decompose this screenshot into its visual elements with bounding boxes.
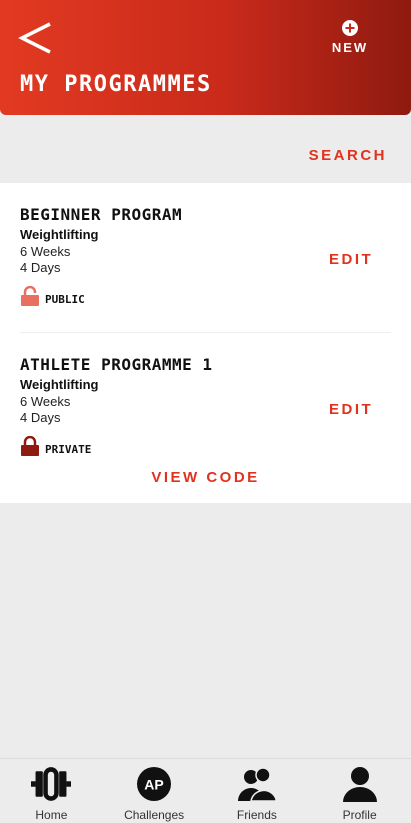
programme-days: 4 Days <box>20 410 61 425</box>
programme-type: Weightlifting <box>20 227 99 242</box>
barbell-icon <box>31 765 72 803</box>
edit-button[interactable]: EDIT <box>329 251 373 268</box>
new-programme-button[interactable]: NEW <box>326 20 374 60</box>
nav-item-profile[interactable]: Profile <box>308 759 411 823</box>
nav-label: Friends <box>236 808 277 822</box>
new-button-label: NEW <box>331 40 369 55</box>
access-indicator: PRIVATE <box>20 436 91 456</box>
back-button[interactable] <box>18 20 54 56</box>
ap-badge-text: AP <box>144 777 163 793</box>
programme-days: 4 Days <box>20 260 61 275</box>
profile-icon <box>340 765 380 803</box>
page-title: MY PROGRAMMES <box>20 72 212 97</box>
plus-circle-icon <box>342 20 358 36</box>
unlock-icon <box>21 286 39 306</box>
programme-card[interactable]: ATHLETE PROGRAMME 1 Weightlifting 6 Week… <box>0 333 411 483</box>
programme-title: BEGINNER PROGRAM <box>20 205 183 224</box>
nav-item-challenges[interactable]: AP Challenges <box>103 759 206 823</box>
access-label: PRIVATE <box>45 443 92 456</box>
friends-icon <box>237 765 277 803</box>
lock-icon <box>21 436 39 456</box>
search-button[interactable]: SEARCH <box>309 147 387 164</box>
programme-type: Weightlifting <box>20 377 99 392</box>
access-indicator: PUBLIC <box>20 286 85 306</box>
nav-item-friends[interactable]: Friends <box>206 759 309 823</box>
chevron-left-icon <box>18 22 51 54</box>
access-label: PUBLIC <box>45 293 85 306</box>
bottom-nav: Home AP Challenges Friends Profile <box>0 758 411 823</box>
ap-badge-icon: AP <box>134 765 174 803</box>
edit-button[interactable]: EDIT <box>329 401 373 418</box>
nav-label: Home <box>35 808 68 822</box>
programme-title: ATHLETE PROGRAMME 1 <box>20 355 213 374</box>
nav-label: Profile <box>342 808 377 822</box>
nav-item-home[interactable]: Home <box>0 759 103 823</box>
programme-list: BEGINNER PROGRAM Weightlifting 6 Weeks 4… <box>0 183 411 503</box>
programme-weeks: 6 Weeks <box>20 394 71 409</box>
app-header: NEW MY PROGRAMMES <box>0 0 411 115</box>
programme-card[interactable]: BEGINNER PROGRAM Weightlifting 6 Weeks 4… <box>0 183 411 333</box>
programme-weeks: 6 Weeks <box>20 244 71 259</box>
nav-label: Challenges <box>124 808 185 822</box>
view-code-button[interactable]: VIEW CODE <box>0 469 411 486</box>
